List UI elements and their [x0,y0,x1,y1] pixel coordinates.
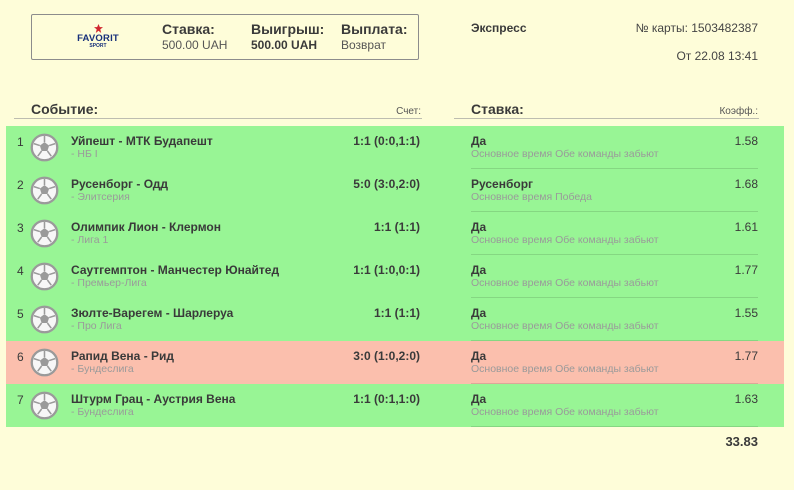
bet-market: Основное время Обе команды забьют [471,277,659,289]
bet-date: От 22.08 13:41 [676,49,758,63]
event-score: 1:1 (0:0,1:1) [353,134,420,148]
event-number: 3 [17,221,24,235]
event-teams: Зюлте-Варегем - Шарлеруа [71,306,234,320]
bet-market: Основное время Обе команды забьют [471,320,659,332]
event-number: 6 [17,350,24,364]
event-league: - Бундеслига [71,406,134,418]
event-league: - Премьер-Лига [71,277,147,289]
event-number: 1 [17,135,24,149]
event-row: 1 Уйпешт - МТК Будапешт - НБ I 1:1 (0:0,… [6,126,784,169]
event-teams: Олимпик Лион - Клермон [71,220,221,234]
event-league: - НБ I [71,148,98,160]
bet-coefficient: 1.58 [734,134,758,148]
event-league: - Бундеслига [71,363,134,375]
bet-pick: Да [471,220,487,234]
bet-pick: Да [471,392,487,406]
favorit-sport-logo: FAVORIT SPORT [72,21,124,55]
event-teams: Уйпешт - МТК Будапешт [71,134,213,148]
event-score: 5:0 (3:0,2:0) [353,177,420,191]
event-column-header: Событие: [31,101,99,117]
soccer-ball-icon [30,305,59,334]
win-value: 500.00 UAH [251,38,318,52]
event-league: - Лига 1 [71,234,109,246]
logo-flame-icon [93,24,103,33]
header-divider-right [454,118,759,119]
stake-value: 500.00 UAH [162,38,228,52]
bet-coefficient: 1.55 [734,306,758,320]
bet-pick: Да [471,306,487,320]
event-teams: Саутгемптон - Манчестер Юнайтед [71,263,280,277]
card-number: № карты: 1503482387 [635,21,758,35]
score-column-header: Счет: [396,106,421,117]
event-score: 3:0 (1:0,2:0) [353,349,420,363]
soccer-ball-icon [30,391,59,420]
soccer-ball-icon [30,262,59,291]
bet-coefficient: 1.61 [734,220,758,234]
event-score: 1:1 (1:0,0:1) [353,263,420,277]
event-score: 1:1 (1:1) [373,220,420,234]
soccer-ball-icon [30,133,59,162]
bet-pick: Русенборг [471,177,534,191]
total-coefficient: 33.83 [725,434,758,449]
event-league: - Элитсерия [71,191,130,203]
event-score: 1:1 (1:1) [373,306,420,320]
event-row: 3 Олимпик Лион - Клермон - Лига 1 1:1 (1… [6,212,784,255]
row-divider [471,426,758,427]
bet-type: Экспресс [471,21,527,35]
bet-coefficient: 1.77 [734,263,758,277]
event-row: 6 Рапид Вена - Рид - Бундеслига 3:0 (1:0… [6,341,784,384]
bet-market: Основное время Обе команды забьют [471,406,659,418]
bet-market: Основное время Обе команды забьют [471,148,659,160]
event-number: 2 [17,178,24,192]
coef-column-header: Коэфф.: [719,106,758,117]
event-row: 5 Зюлте-Варегем - Шарлеруа - Про Лига 1:… [6,298,784,341]
event-league: - Про Лига [71,320,122,332]
event-row: 2 Русенборг - Одд - Элитсерия 5:0 (3:0,2… [6,169,784,212]
header-divider-left [14,118,422,119]
bet-pick: Да [471,263,487,277]
soccer-ball-icon [30,348,59,377]
payout-value: Возврат [341,38,386,52]
bet-market: Основное время Обе команды забьют [471,234,659,246]
stake-column-header: Ставка: [471,101,524,117]
win-block: Выигрыш: 500.00 UAH [251,21,324,53]
event-number: 7 [17,393,24,407]
event-teams: Рапид Вена - Рид [71,349,175,363]
bet-market: Основное время Победа [471,191,592,203]
payout-label: Выплата: [341,21,408,37]
bet-coefficient: 1.68 [734,177,758,191]
payout-block: Выплата: Возврат [341,21,408,53]
event-teams: Русенборг - Одд [71,177,168,191]
bet-market: Основное время Обе команды забьют [471,363,659,375]
win-label: Выигрыш: [251,21,325,37]
event-teams: Штурм Грац - Аустрия Вена [71,392,236,406]
event-score: 1:1 (0:1,1:0) [353,392,420,406]
bet-coefficient: 1.63 [734,392,758,406]
soccer-ball-icon [30,176,59,205]
stake-block: Ставка: 500.00 UAH [162,21,227,53]
event-number: 4 [17,264,24,278]
bet-pick: Да [471,349,487,363]
event-number: 5 [17,307,24,321]
event-row: 7 Штурм Грац - Аустрия Вена - Бундеслига… [6,384,784,427]
soccer-ball-icon [30,219,59,248]
stake-label: Ставка: [162,21,215,37]
bet-summary-box: FAVORIT SPORT Ставка: 500.00 UAH Выигрыш… [31,14,419,60]
bet-coefficient: 1.77 [734,349,758,363]
bet-pick: Да [471,134,487,148]
event-row: 4 Саутгемптон - Манчестер Юнайтед - Прем… [6,255,784,298]
logo-text: FAVORIT [77,33,119,44]
